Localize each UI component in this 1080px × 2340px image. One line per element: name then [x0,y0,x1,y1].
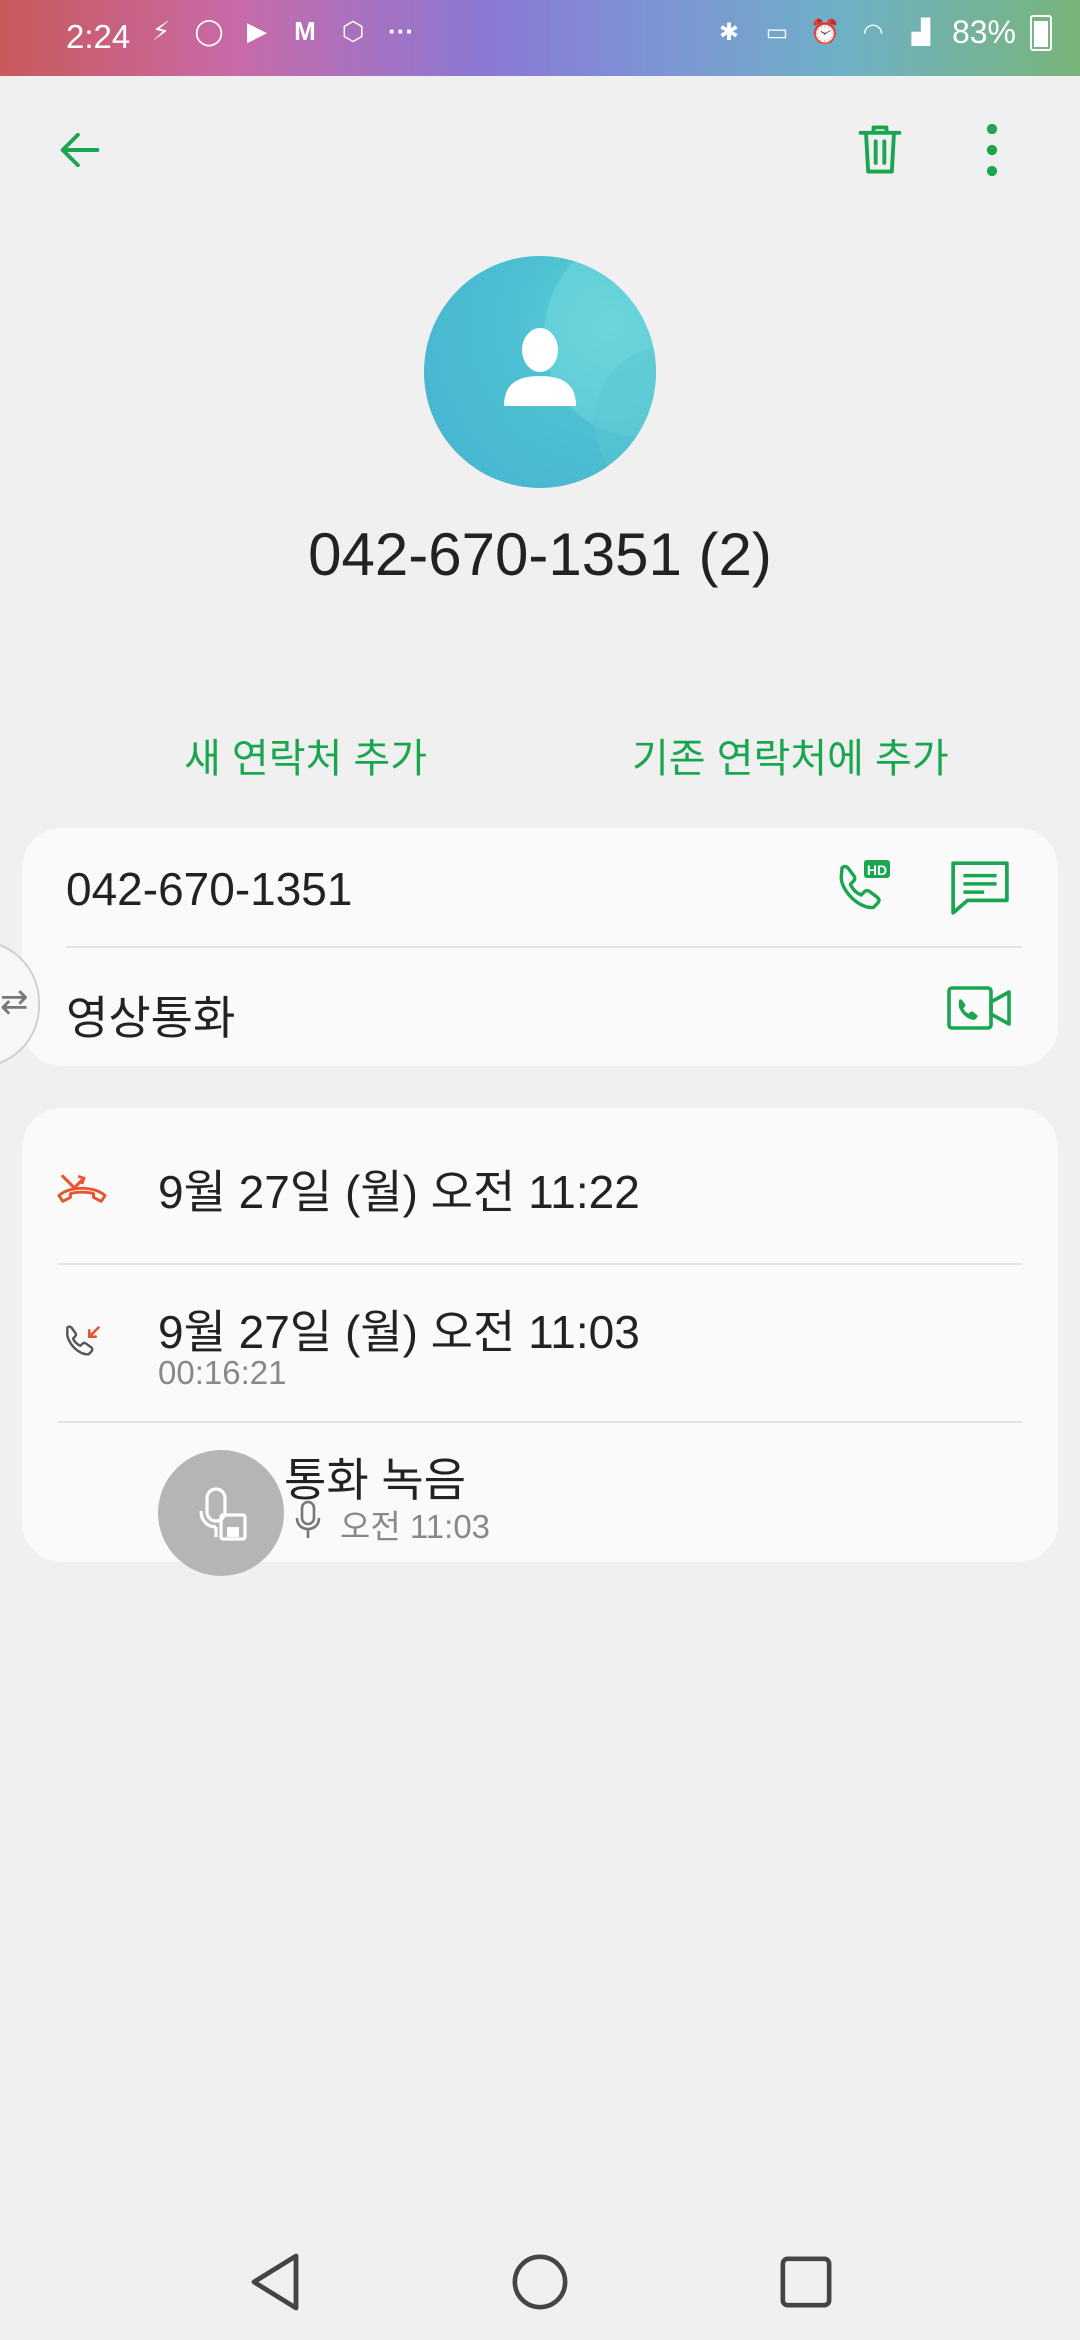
gmail-icon: M [294,15,316,46]
call-log-datetime: 9월 27일 (월) 오전 11:22 [158,1166,640,1218]
recording-time: 오전 11:03 [340,1508,491,1545]
bluetooth-icon: ✱ [718,19,739,46]
nav-back-button[interactable] [236,2242,316,2322]
signal-icon: ▟ [911,19,931,46]
more-vert-icon [986,123,998,177]
add-new-contact-button[interactable]: 새 연락처 추가 [184,726,427,784]
nfc-icon: ▭ [765,19,789,46]
trash-icon [858,125,902,174]
message-icon [951,861,1009,915]
nav-back-icon [251,2253,299,2311]
hd-call-icon: HD [839,860,890,910]
contact-avatar [424,256,656,488]
divider [66,946,1022,948]
call-recording-button[interactable] [158,1450,284,1576]
hd-call-button[interactable]: HD [826,852,898,924]
svg-text:HD: HD [867,862,887,878]
whatsapp-icon: ◯ [194,15,224,46]
nav-home-icon [512,2254,568,2310]
alarm-icon: ⏰ [810,19,840,46]
person-icon [504,328,576,406]
video-call-label[interactable]: 영상통화 [66,982,235,1048]
divider [58,1263,1022,1265]
arrow-left-icon [60,132,100,168]
mic-icon [290,1498,326,1542]
video-call-icon [947,986,1011,1030]
video-call-button[interactable] [944,972,1016,1044]
more-notifications-icon: ··· [388,15,414,46]
z-app-icon: ⬡ [341,15,365,46]
nav-recents-button[interactable] [766,2242,846,2322]
add-to-existing-contact-button[interactable]: 기존 연락처에 추가 [632,726,949,784]
k-app-icon: ⚡ [151,15,171,46]
phone-number[interactable]: 042-670-1351 [66,862,352,916]
navigation-bar [0,2220,1080,2340]
status-bar: 2:24 ⚡ ◯ ▶ M ⬡ ··· ✱ ▭ ⏰ ◠ ▟ 83% [0,0,1080,76]
call-recording-icon [199,1487,247,1541]
battery-icon [1030,14,1052,51]
delete-button[interactable] [840,110,920,190]
play-icon: ▶ [247,15,267,46]
missed-call-icon [50,1160,114,1208]
status-time: 2:24 [66,18,131,55]
swap-icon: ⇄ [0,983,29,1021]
call-log-duration: 00:16:21 [158,1354,287,1391]
wifi-icon: ◠ [862,19,884,46]
call-log-datetime: 9월 27일 (월) 오전 11:03 [158,1306,640,1358]
back-button[interactable] [40,110,120,190]
divider [58,1421,1022,1423]
system-icons: ✱ ▭ ⏰ ◠ ▟ 83% [712,14,1052,51]
notification-icons: ⚡ ◯ ▶ M ⬡ ··· [144,14,418,48]
battery-percent: 83% [951,14,1016,50]
message-button[interactable] [944,852,1016,924]
nav-home-button[interactable] [500,2242,580,2322]
contact-title: 042-670-1351 (2) [308,521,772,588]
more-options-button[interactable] [952,110,1032,190]
incoming-call-icon [56,1318,108,1370]
nav-recents-icon [780,2256,832,2308]
